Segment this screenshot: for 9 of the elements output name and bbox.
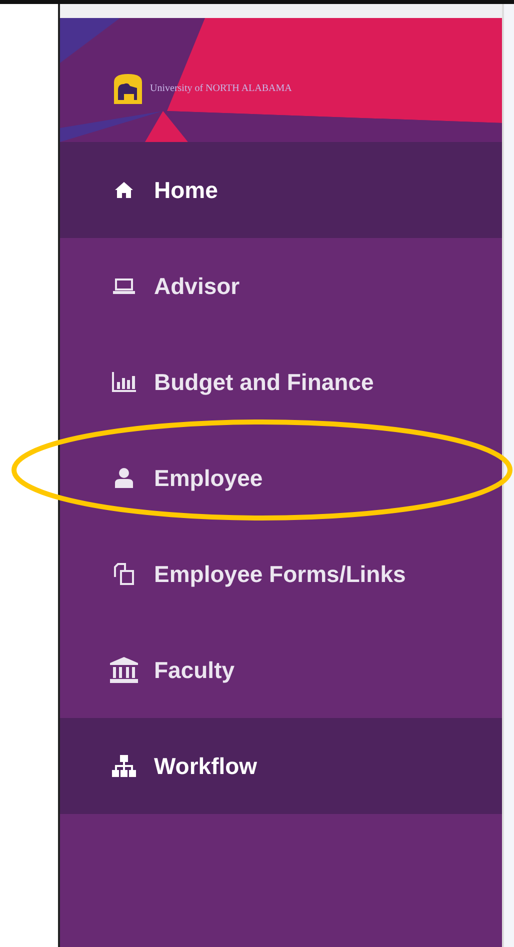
copy-icon [113, 563, 135, 585]
menu-item[interactable]: Home [60, 142, 502, 238]
menu-item[interactable]: Workflow [60, 718, 502, 814]
bank-icon [110, 657, 138, 683]
bar-chart-icon [112, 372, 136, 392]
home-icon [114, 181, 134, 199]
sitemap-icon [112, 755, 136, 777]
laptop-icon [113, 278, 135, 294]
user-icon [115, 468, 133, 488]
